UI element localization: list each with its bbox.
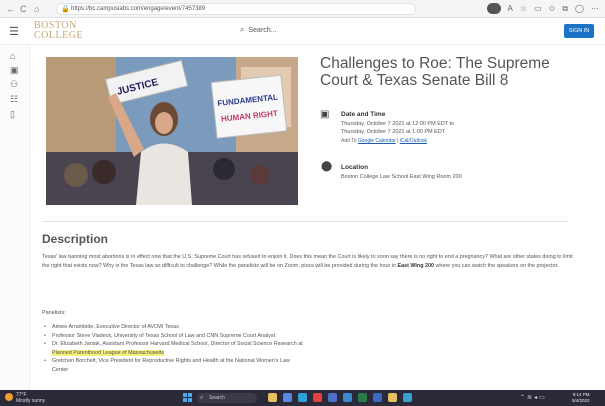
profile-icon[interactable]: ◯ <box>575 3 584 15</box>
description-text-end: where you can watch the speakers on the … <box>435 262 559 269</box>
search-icon: ⌕ <box>240 25 245 34</box>
wifi-icon[interactable]: ≋ <box>527 395 534 401</box>
favorites-star-icon[interactable]: ☆ <box>520 3 527 15</box>
excel-icon[interactable] <box>358 393 367 402</box>
description-heading: Description <box>42 232 109 246</box>
taskbar-search-label: Search <box>209 395 225 401</box>
add-to-prefix: Add To <box>341 138 357 144</box>
windows-start-icon[interactable] <box>183 393 193 403</box>
list-item: Professor Steve Vladeck, University of T… <box>44 332 564 341</box>
taskbar-apps <box>268 393 412 402</box>
section-divider <box>42 221 568 222</box>
left-nav-rail: ⌂ ▣ ⚇ ☷ ▯ <box>0 45 30 390</box>
location-pin-icon: ⬤ <box>321 161 333 172</box>
panelist-text: Dr. Elizabeth Janiak, Assistant Professo… <box>52 341 303 348</box>
event-page: JUSTICE FUNDAMENTAL HUMAN RIGHT Challeng… <box>30 45 605 390</box>
back-arrow-icon[interactable]: ← <box>6 3 15 15</box>
date-time-end: Thursday, October 7 2021 at 1:00 PM EDT <box>341 129 446 135</box>
panelist-text-continued: Center <box>52 366 69 373</box>
date-time-start: Thursday, October 7 2021 at 12:00 PM EDT… <box>341 121 455 127</box>
home-icon[interactable]: ⌂ <box>10 51 15 61</box>
protest-photo: JUSTICE FUNDAMENTAL HUMAN RIGHT <box>46 57 298 205</box>
taskbar-clock[interactable]: 9:14 PM 5/4/2022 <box>572 392 590 404</box>
lock-icon: 🔒 <box>61 6 70 13</box>
search-placeholder: Search... <box>248 27 277 34</box>
file-explorer-icon[interactable] <box>268 393 277 402</box>
list-item: Dr. Elizabeth Janiak, Assistant Professo… <box>44 340 564 357</box>
tracking-prevention-icon[interactable] <box>486 3 501 14</box>
sun-icon <box>5 393 13 401</box>
highlighted-text: Planned Parenthood League of Massachuset… <box>52 349 165 356</box>
app-icon[interactable] <box>403 393 412 402</box>
people-icon[interactable]: ⚇ <box>10 79 18 90</box>
panelist-text: Gretchen Borchelt, Vice President for Re… <box>52 358 290 365</box>
favorites-icon[interactable]: ✩ <box>549 3 556 15</box>
sign-in-button[interactable]: SIGN IN <box>564 24 594 38</box>
system-tray[interactable]: ⌃≋◂▭ <box>520 394 547 401</box>
browser-toolbar-icons: A ☆ ▭ ✩ ⧉ ◯ ⋯ <box>486 3 599 15</box>
date-time-label: Date and Time <box>341 111 386 118</box>
browser-toolbar: ← C ⌂ 🔒 https://bc.campuslabs.com/engage… <box>0 0 605 18</box>
url-text: https://bc.campuslabs.com/engage/event/7… <box>71 6 206 12</box>
hamburger-menu-icon[interactable]: ☰ <box>9 25 19 38</box>
word-icon[interactable] <box>373 393 382 402</box>
edge-browser-icon[interactable] <box>298 393 307 402</box>
description-paragraph: Texas' law banning most abortions is in … <box>42 253 577 270</box>
list-icon[interactable]: ☷ <box>10 94 18 105</box>
logo-line-2: COLLEGE <box>34 30 84 41</box>
event-hero-image: JUSTICE FUNDAMENTAL HUMAN RIGHT <box>46 57 298 205</box>
calendar-icon: ▣ <box>320 109 330 120</box>
description-room: East Wing 200 <box>397 262 434 269</box>
boston-college-logo[interactable]: BOSTON COLLEGE <box>34 21 83 41</box>
calendar-icon[interactable]: ▣ <box>10 65 19 76</box>
search-icon: ⌕ <box>200 395 204 401</box>
search-input[interactable]: ⌕ Search... <box>240 25 277 35</box>
weather-widget[interactable]: 77°F Mostly sunny <box>5 392 45 404</box>
ical-outlook-link[interactable]: iCal/Outlook <box>400 138 427 144</box>
task-view-icon[interactable] <box>283 393 292 402</box>
windows-taskbar: 77°F Mostly sunny ⌕ Search ⌃≋◂▭ 9:14 PM 5… <box>0 390 605 406</box>
address-bar[interactable]: 🔒 https://bc.campuslabs.com/engage/event… <box>56 3 416 15</box>
more-icon[interactable]: ⋯ <box>591 3 599 15</box>
location-label: Location <box>341 164 369 171</box>
panelists-list: Aimee Arrambide, Executive Director of A… <box>44 323 564 375</box>
panelist-text: Professor Steve Vladeck, University of T… <box>52 332 276 339</box>
collections-icon[interactable]: ⧉ <box>562 3 568 15</box>
site-header: ☰ BOSTON COLLEGE ⌕ Search... SIGN IN <box>0 18 605 45</box>
mail-icon[interactable] <box>343 393 352 402</box>
event-title: Challenges to Roe: The Supreme Court & T… <box>320 55 550 89</box>
home-icon[interactable]: ⌂ <box>34 3 39 15</box>
split-screen-icon[interactable]: ▭ <box>534 3 542 15</box>
clock-date: 5/4/2022 <box>572 398 590 403</box>
folder-icon[interactable] <box>388 393 397 402</box>
taskbar-search[interactable]: ⌕ Search <box>197 393 257 403</box>
store-icon[interactable] <box>328 393 337 402</box>
list-item: Aimee Arrambide, Executive Director of A… <box>44 323 564 332</box>
document-icon[interactable]: ▯ <box>10 109 15 120</box>
refresh-icon[interactable]: C <box>20 3 27 15</box>
panelists-label: Panelists: <box>42 310 66 316</box>
panelist-text: Aimee Arrambide, Executive Director of A… <box>52 324 179 330</box>
google-calendar-link[interactable]: Google Calendar <box>358 138 396 144</box>
read-aloud-icon[interactable]: A <box>508 3 513 15</box>
chrome-browser-icon[interactable] <box>313 393 322 402</box>
add-to-calendar: Add To Google Calendar | iCal/Outlook <box>341 138 427 144</box>
chevron-up-icon[interactable]: ⌃ <box>520 395 527 401</box>
list-item: Gretchen Borchelt, Vice President for Re… <box>44 357 564 374</box>
add-to-separator: | <box>397 138 399 144</box>
battery-icon[interactable]: ▭ <box>539 395 547 401</box>
location-value: Boston College Law School East Wing Room… <box>341 174 462 180</box>
